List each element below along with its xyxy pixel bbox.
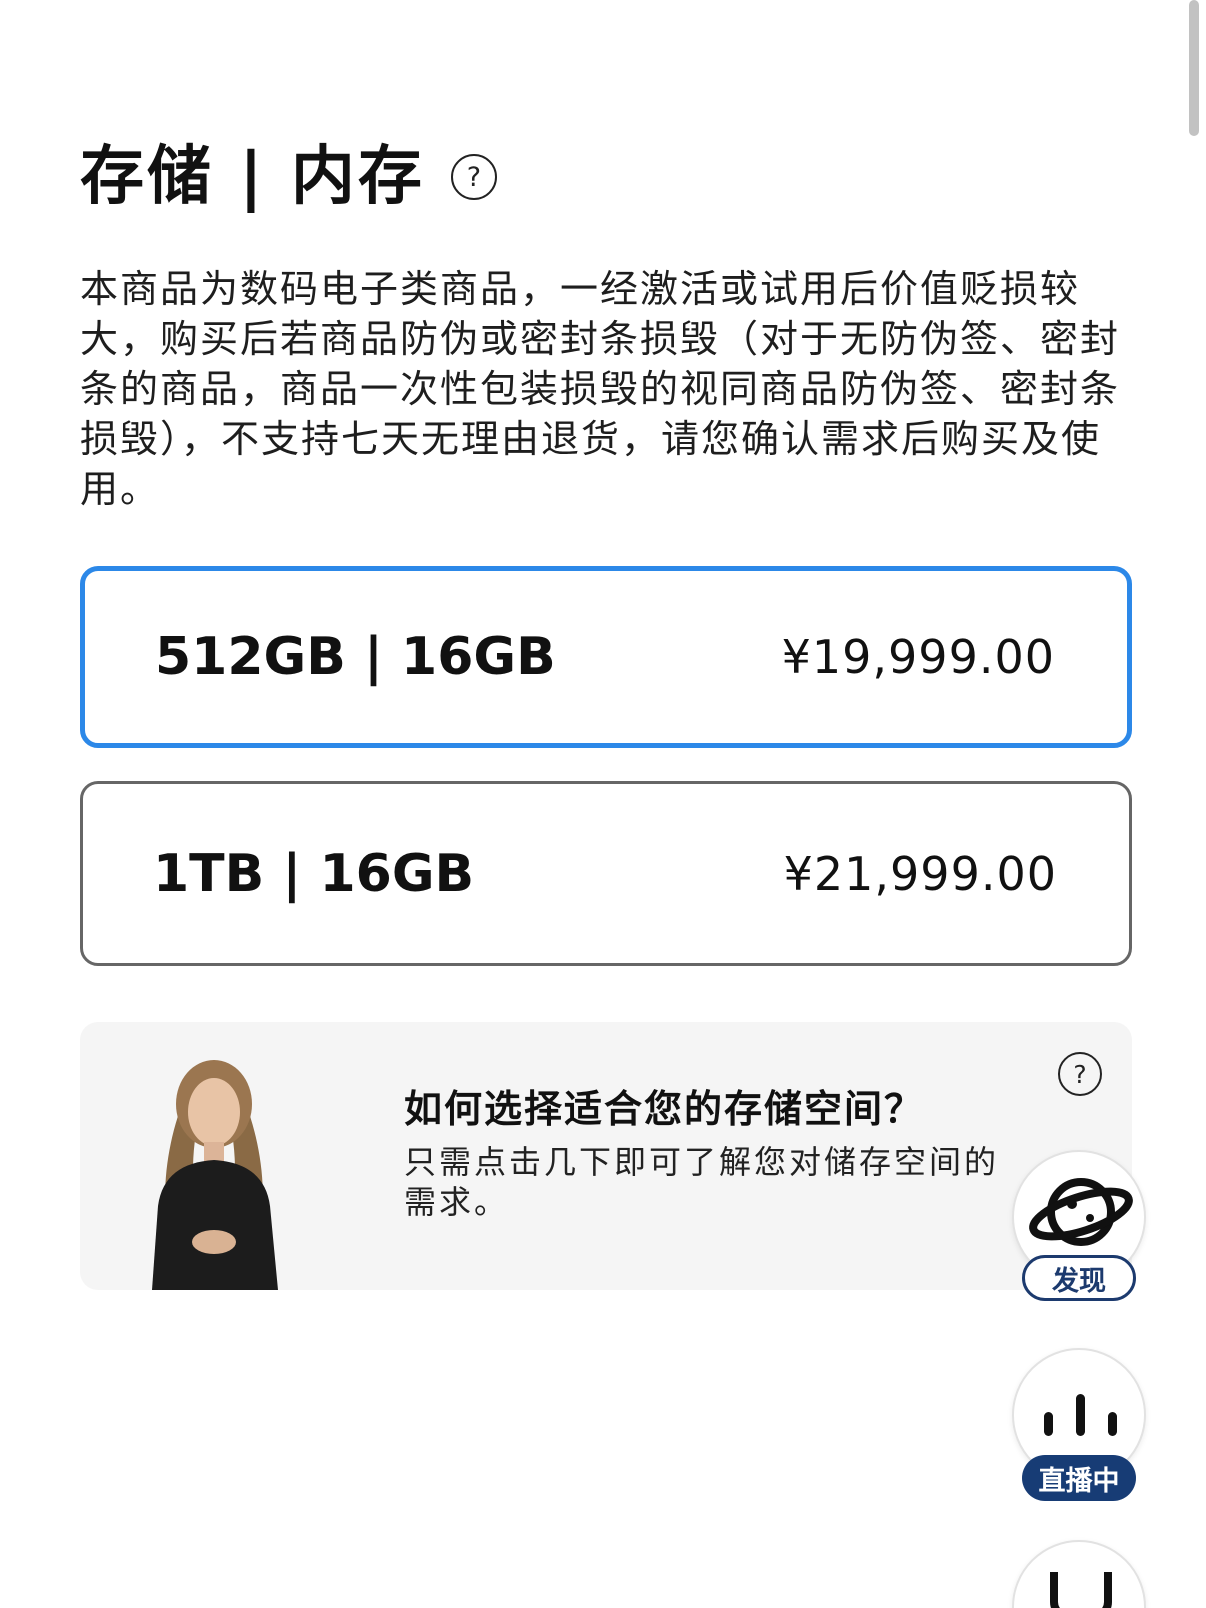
live-label[interactable]: 直播中 bbox=[1022, 1455, 1136, 1501]
guide-title: 如何选择适合您的存储空间？ bbox=[404, 1087, 925, 1131]
section-title: 存储 | 内存 bbox=[80, 140, 425, 214]
storage-guide-card[interactable]: 如何选择适合您的存储空间？ 只需点击几下即可了解您对储存空间的需求。 ? bbox=[80, 1022, 1132, 1290]
discover-label[interactable]: 发现 bbox=[1022, 1255, 1136, 1301]
storage-option-1tb[interactable]: 1TB | 16GB ¥21,999.00 bbox=[80, 781, 1132, 966]
assistant-icon bbox=[1050, 1572, 1112, 1608]
option-label: 1TB | 16GB bbox=[153, 843, 475, 904]
storage-options-page: 存储 | 内存 ? 本商品为数码电子类商品，一经激活或试用后价值贬损较大，购买后… bbox=[0, 0, 1206, 1608]
option-price: ¥19,999.00 bbox=[781, 630, 1055, 684]
option-label: 512GB | 16GB bbox=[155, 627, 556, 687]
section-header: 存储 | 内存 ? bbox=[80, 138, 497, 216]
help-icon[interactable]: ? bbox=[450, 154, 497, 200]
option-price: ¥21,999.00 bbox=[783, 846, 1057, 901]
floating-button[interactable] bbox=[1012, 1540, 1146, 1608]
guide-help-icon[interactable]: ? bbox=[1058, 1052, 1102, 1096]
storage-option-512gb[interactable]: 512GB | 16GB ¥19,999.00 bbox=[80, 566, 1132, 748]
presenter-image bbox=[152, 1060, 278, 1290]
return-policy-notice: 本商品为数码电子类商品，一经激活或试用后价值贬损较大，购买后若商品防伪或密封条损… bbox=[80, 267, 1121, 511]
guide-description: 只需点击几下即可了解您对储存空间的需求。 bbox=[404, 1143, 1000, 1221]
scrollbar[interactable] bbox=[1189, 0, 1199, 136]
